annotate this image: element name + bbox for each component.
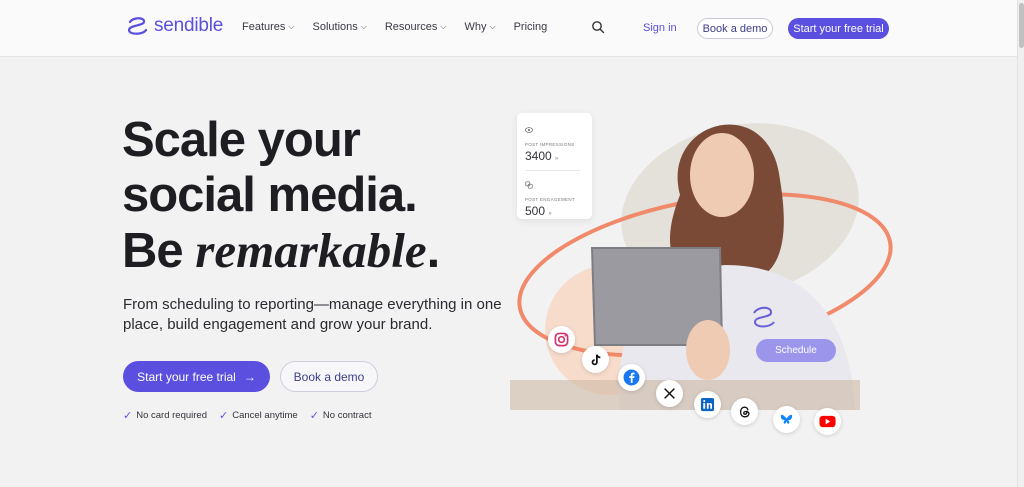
engagement-value: 500 » bbox=[525, 204, 584, 218]
benefit-label: No contract bbox=[322, 410, 372, 421]
logo[interactable]: sendible bbox=[125, 15, 223, 37]
trend-icon: » bbox=[548, 211, 552, 217]
book-demo-button[interactable]: Book a demo bbox=[697, 18, 773, 39]
check-icon: ✓ bbox=[123, 410, 133, 422]
start-trial-button[interactable]: Start your free trial bbox=[788, 18, 889, 39]
nav-features[interactable]: Features ⌵ bbox=[242, 21, 295, 33]
benefit-list: ✓ No card required ✓ Cancel anytime ✓ No co… bbox=[123, 409, 371, 422]
chevron-down-icon: ⌵ bbox=[440, 22, 447, 31]
eye-icon bbox=[525, 127, 533, 133]
scrollbar-thumb[interactable] bbox=[1019, 3, 1024, 48]
trend-icon: » bbox=[555, 156, 559, 162]
headline-italic: remarkable bbox=[195, 223, 427, 278]
nav-pricing[interactable]: Pricing bbox=[514, 21, 548, 33]
nav-why[interactable]: Why ⌵ bbox=[465, 21, 496, 33]
hero-book-demo-button[interactable]: Book a demo bbox=[280, 361, 378, 392]
benefit-label: Cancel anytime bbox=[232, 410, 298, 421]
linkedin-icon bbox=[694, 391, 721, 418]
benefit-label: No card required bbox=[136, 410, 207, 421]
logo-text: sendible bbox=[154, 15, 224, 36]
schedule-button[interactable]: Schedule bbox=[756, 339, 836, 362]
nav-solutions[interactable]: Solutions ⌵ bbox=[313, 21, 367, 33]
check-icon: ✓ bbox=[309, 410, 319, 422]
headline-period: . bbox=[426, 224, 441, 278]
benefit-item: ✓ Cancel anytime bbox=[219, 409, 298, 422]
check-icon: ✓ bbox=[218, 410, 229, 422]
scrollbar[interactable] bbox=[1017, 0, 1024, 487]
nav-label: Why bbox=[464, 21, 487, 33]
search-icon[interactable] bbox=[591, 20, 605, 34]
hero-start-trial-button[interactable]: Start your free trial → bbox=[123, 361, 270, 392]
benefit-item: ✓ No contract bbox=[310, 409, 372, 422]
headline-line-1: Scale your bbox=[122, 113, 361, 167]
nav-label: Features bbox=[242, 21, 286, 33]
main-nav: Features ⌵ Solutions ⌵ Resources ⌵ Why ⌵ Pri… bbox=[242, 21, 547, 33]
impressions-value: 3400 » bbox=[525, 149, 584, 163]
site-header: sendible Features ⌵ Solutions ⌵ Resources ⌵… bbox=[0, 0, 1017, 57]
cta-label: Start your free trial bbox=[137, 369, 236, 384]
headline-line-3-plain: Be bbox=[122, 224, 196, 278]
headline-line-2: social media. bbox=[122, 168, 418, 222]
nav-label: Pricing bbox=[513, 21, 548, 33]
tiktok-icon bbox=[582, 346, 609, 373]
hero-headline: Scale your social media. Be remarkable. bbox=[122, 113, 441, 279]
facebook-icon bbox=[618, 364, 645, 391]
arrow-right-icon: → bbox=[243, 369, 256, 384]
bluesky-icon bbox=[773, 406, 800, 433]
nav-resources[interactable]: Resources ⌵ bbox=[385, 21, 447, 33]
engagement-icon bbox=[525, 181, 533, 189]
engagement-label: POST ENGAGEMENT bbox=[525, 197, 575, 202]
impressions-label: POST IMPRESSIONS bbox=[525, 142, 575, 147]
chevron-down-icon: ⌵ bbox=[489, 22, 496, 31]
stats-card: POST IMPRESSIONS 3400 » POST ENGAGEMENT … bbox=[517, 113, 592, 219]
threads-icon bbox=[731, 398, 758, 425]
instagram-icon bbox=[548, 326, 575, 353]
impressions-number: 3400 bbox=[525, 149, 552, 163]
benefit-item: ✓ No card required bbox=[123, 409, 207, 422]
x-icon bbox=[656, 380, 683, 407]
engagement-number: 500 bbox=[525, 204, 546, 218]
sendible-logo-icon bbox=[127, 17, 148, 35]
sign-in-link[interactable]: Sign in bbox=[643, 22, 677, 34]
hero-subtitle: From scheduling to reporting—manage ever… bbox=[123, 296, 502, 333]
nav-label: Solutions bbox=[312, 21, 358, 33]
nav-label: Resources bbox=[384, 21, 438, 33]
divider bbox=[525, 170, 580, 171]
chevron-down-icon: ⌵ bbox=[360, 22, 367, 31]
chevron-down-icon: ⌵ bbox=[288, 22, 295, 31]
youtube-icon bbox=[814, 408, 841, 435]
